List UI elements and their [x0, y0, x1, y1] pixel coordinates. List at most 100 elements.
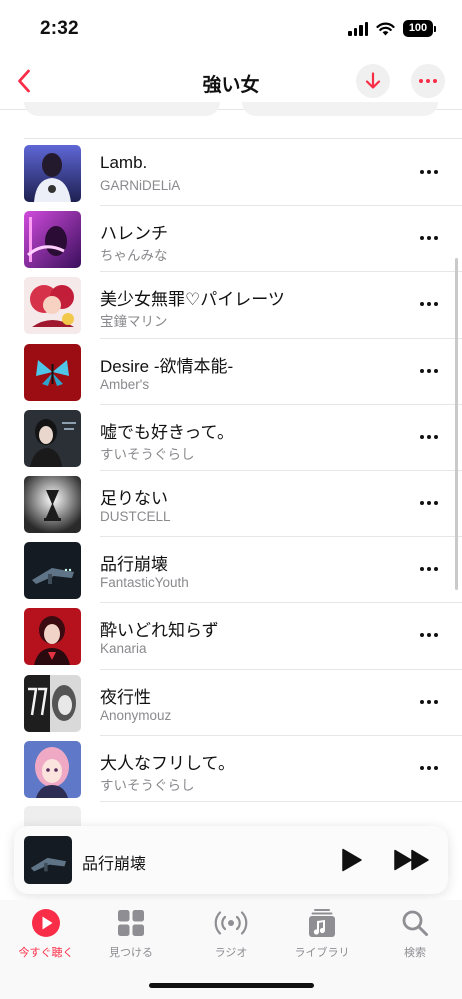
- radio-waves-icon: [214, 911, 248, 935]
- wifi-icon: [376, 22, 395, 35]
- music-note-library-icon: [309, 909, 335, 937]
- track-row[interactable]: Desire -欲情本能- Amber's: [0, 339, 462, 405]
- tab-label: 見つける: [109, 947, 153, 959]
- ellipsis-icon: [420, 368, 438, 373]
- track-artist: GARNiDELiA: [100, 178, 181, 193]
- track-row[interactable]: ハレンチ ちゃんみな: [0, 206, 462, 273]
- tab-browse[interactable]: 見つける: [85, 906, 177, 966]
- ellipsis-icon: [420, 765, 438, 770]
- track-row[interactable]: 酔いどれ知らず Kanaria: [0, 603, 462, 670]
- download-arrow-icon: [365, 72, 381, 89]
- cellular-signal-icon: [348, 21, 368, 36]
- album-art: [24, 145, 81, 202]
- album-art: [24, 740, 81, 798]
- track-more-button[interactable]: [414, 493, 444, 513]
- track-title: 大人なフリして。: [100, 753, 235, 773]
- album-art: [24, 674, 81, 732]
- album-art: [24, 409, 81, 467]
- track-artist: 宝鐘マリン: [100, 314, 168, 330]
- track-more-button[interactable]: [414, 559, 444, 579]
- track-list: Lamb. GARNiDELiA ハレンチ ちゃんみな 美少女無罪♡パイレーツ …: [0, 140, 462, 802]
- track-title: ハレンチ: [100, 224, 168, 244]
- track-artist: Amber's: [100, 376, 150, 392]
- tab-label: 検索: [404, 947, 426, 959]
- track-row[interactable]: 夜行性 Anonymouz: [0, 670, 462, 736]
- track-artist: DUSTCELL: [100, 508, 171, 524]
- track-row[interactable]: 嘘でも好きって。 すいそうぐらし: [0, 405, 462, 471]
- mini-player-album-art: [24, 836, 72, 884]
- shuffle-button-edge[interactable]: [242, 102, 438, 116]
- scrolled-content-edge: [0, 102, 462, 140]
- play-button-edge[interactable]: [24, 102, 220, 116]
- album-art: [24, 343, 81, 401]
- search-icon: [402, 910, 428, 936]
- play-button[interactable]: [336, 844, 368, 876]
- tab-label: ラジオ: [214, 947, 248, 959]
- tab-label: 今すぐ聴く: [18, 947, 74, 959]
- track-more-button[interactable]: [414, 361, 444, 381]
- status-time: 2:32: [40, 18, 79, 39]
- album-art: [24, 277, 81, 335]
- ellipsis-icon: [420, 633, 438, 638]
- scroll-indicator[interactable]: [455, 258, 458, 590]
- home-indicator[interactable]: [149, 983, 314, 988]
- album-art: [24, 475, 81, 533]
- track-title: 酔いどれ知らず: [100, 621, 219, 641]
- track-title: 夜行性: [100, 687, 151, 707]
- track-title: 美少女無罪♡パイレーツ: [100, 290, 285, 310]
- download-button[interactable]: [356, 64, 390, 98]
- tab-label: ライブラリ: [294, 947, 350, 959]
- ellipsis-icon: [420, 236, 438, 241]
- battery-icon: 100: [403, 20, 436, 37]
- track-title: Desire -欲情本能-: [100, 356, 234, 376]
- status-icons: 100: [348, 20, 436, 37]
- fast-forward-icon: [394, 849, 429, 871]
- track-artist: ちゃんみな: [100, 248, 168, 264]
- track-row[interactable]: 足りない DUSTCELL: [0, 471, 462, 538]
- battery-level: 100: [403, 20, 433, 37]
- tab-search[interactable]: 検索: [369, 906, 461, 966]
- track-more-button[interactable]: [414, 294, 444, 314]
- track-more-button[interactable]: [414, 162, 444, 182]
- track-artist: Anonymouz: [100, 707, 172, 723]
- ellipsis-icon: [420, 699, 438, 704]
- ellipsis-icon: [419, 79, 437, 83]
- play-circle-icon: [32, 909, 60, 937]
- track-row[interactable]: 美少女無罪♡パイレーツ 宝鐘マリン: [0, 272, 462, 339]
- ellipsis-icon: [420, 434, 438, 439]
- tab-library[interactable]: ライブラリ: [276, 906, 368, 966]
- more-options-button[interactable]: [411, 64, 445, 98]
- page-title: 強い女: [202, 75, 260, 96]
- track-more-button[interactable]: [414, 692, 444, 712]
- track-row[interactable]: Lamb. GARNiDELiA: [0, 140, 462, 207]
- ellipsis-icon: [420, 500, 438, 505]
- ellipsis-icon: [420, 302, 438, 307]
- track-title: 足りない: [100, 488, 168, 508]
- mini-player-title: 品行崩壊: [82, 856, 147, 873]
- track-more-button[interactable]: [414, 758, 444, 778]
- fast-forward-button[interactable]: [392, 844, 432, 876]
- mini-player[interactable]: 品行崩壊: [14, 826, 448, 894]
- ellipsis-icon: [420, 170, 438, 174]
- play-icon: [342, 848, 362, 872]
- track-more-button[interactable]: [414, 625, 444, 645]
- status-bar: 2:32 100: [0, 0, 462, 54]
- track-title: Lamb.: [100, 153, 148, 172]
- album-art: [24, 542, 81, 600]
- ellipsis-icon: [420, 567, 438, 572]
- track-title: 品行崩壊: [100, 555, 168, 575]
- track-more-button[interactable]: [414, 228, 444, 248]
- track-artist: すいそうぐらし: [100, 777, 195, 793]
- track-more-button[interactable]: [414, 427, 444, 447]
- track-artist: すいそうぐらし: [100, 446, 195, 462]
- tab-radio[interactable]: ラジオ: [185, 906, 277, 966]
- track-row[interactable]: 大人なフリして。 すいそうぐらし: [0, 736, 462, 802]
- album-art: [24, 608, 81, 666]
- album-art: [24, 211, 81, 269]
- track-artist: Kanaria: [100, 641, 147, 657]
- tab-listen-now[interactable]: 今すぐ聴く: [0, 906, 92, 966]
- track-row[interactable]: 品行崩壊 FantasticYouth: [0, 537, 462, 604]
- track-title: 嘘でも好きって。: [100, 422, 234, 442]
- track-artist: FantasticYouth: [100, 575, 189, 591]
- grid-icon: [118, 910, 144, 936]
